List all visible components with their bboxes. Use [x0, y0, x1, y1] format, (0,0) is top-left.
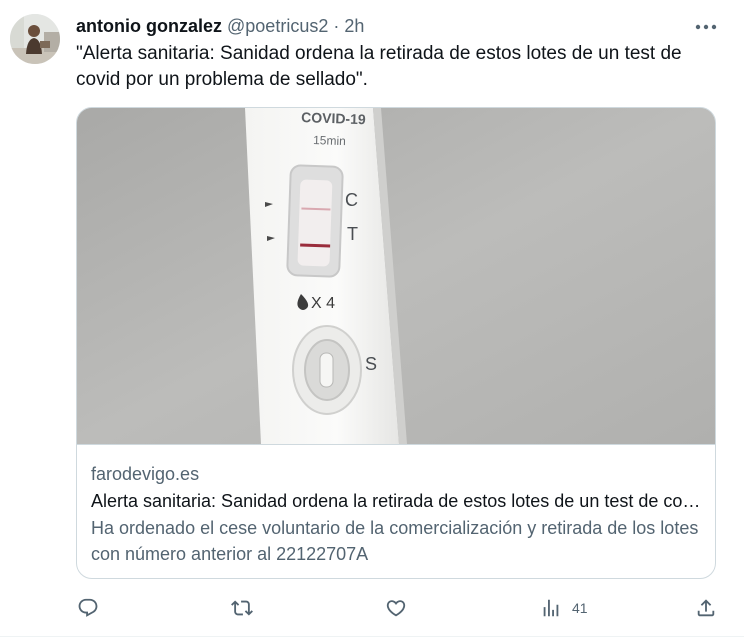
share-icon	[697, 599, 715, 617]
card-description: Ha ordenado el cese voluntario de la com…	[91, 518, 699, 564]
retweet-icon	[231, 600, 253, 616]
covid-test-photo: COVID-19 15min C T X 4 S	[77, 108, 715, 444]
author-name[interactable]: antonio gonzalez	[76, 16, 222, 36]
test-brand-label: COVID-19	[301, 109, 366, 127]
like-button[interactable]	[385, 596, 407, 620]
more-options-button[interactable]	[692, 16, 720, 38]
sample-well-label: S	[365, 354, 377, 374]
views-button[interactable]: 41	[540, 596, 588, 620]
control-line-label: C	[345, 190, 358, 210]
avatar-photo	[10, 14, 60, 64]
author-handle[interactable]: @poetricus2	[227, 16, 328, 36]
tweet-header: antonio gonzalez @poetricus2 · 2h	[76, 14, 364, 38]
reply-icon	[78, 598, 98, 617]
tweet-divider	[0, 636, 744, 637]
test-time-label: 15min	[313, 133, 346, 148]
avatar[interactable]	[10, 14, 60, 64]
card-title: Alerta sanitaria: Sanidad ordena la reti…	[91, 491, 703, 511]
reply-button[interactable]	[77, 596, 99, 620]
link-card[interactable]: COVID-19 15min C T X 4 S farodevigo.es A…	[76, 107, 716, 579]
share-button[interactable]	[695, 596, 717, 620]
views-count: 41	[572, 600, 588, 616]
test-line-label: T	[347, 224, 358, 244]
tweet: antonio gonzalez @poetricus2 · 2h "Alert…	[0, 0, 744, 640]
drops-label: X 4	[311, 295, 335, 312]
card-image[interactable]: COVID-19 15min C T X 4 S	[77, 108, 715, 444]
card-domain: farodevigo.es	[91, 464, 200, 484]
separator-dot: ·	[333, 16, 340, 36]
retweet-button[interactable]	[231, 596, 253, 620]
tweet-timestamp[interactable]: 2h	[344, 16, 364, 36]
heart-icon	[386, 600, 406, 617]
tweet-text: "Alerta sanitaria: Sanidad ordena la ret…	[76, 43, 682, 90]
views-icon	[543, 599, 559, 617]
card-body[interactable]: farodevigo.es Alerta sanitaria: Sanidad …	[77, 444, 715, 578]
more-dots-icon	[695, 24, 717, 30]
